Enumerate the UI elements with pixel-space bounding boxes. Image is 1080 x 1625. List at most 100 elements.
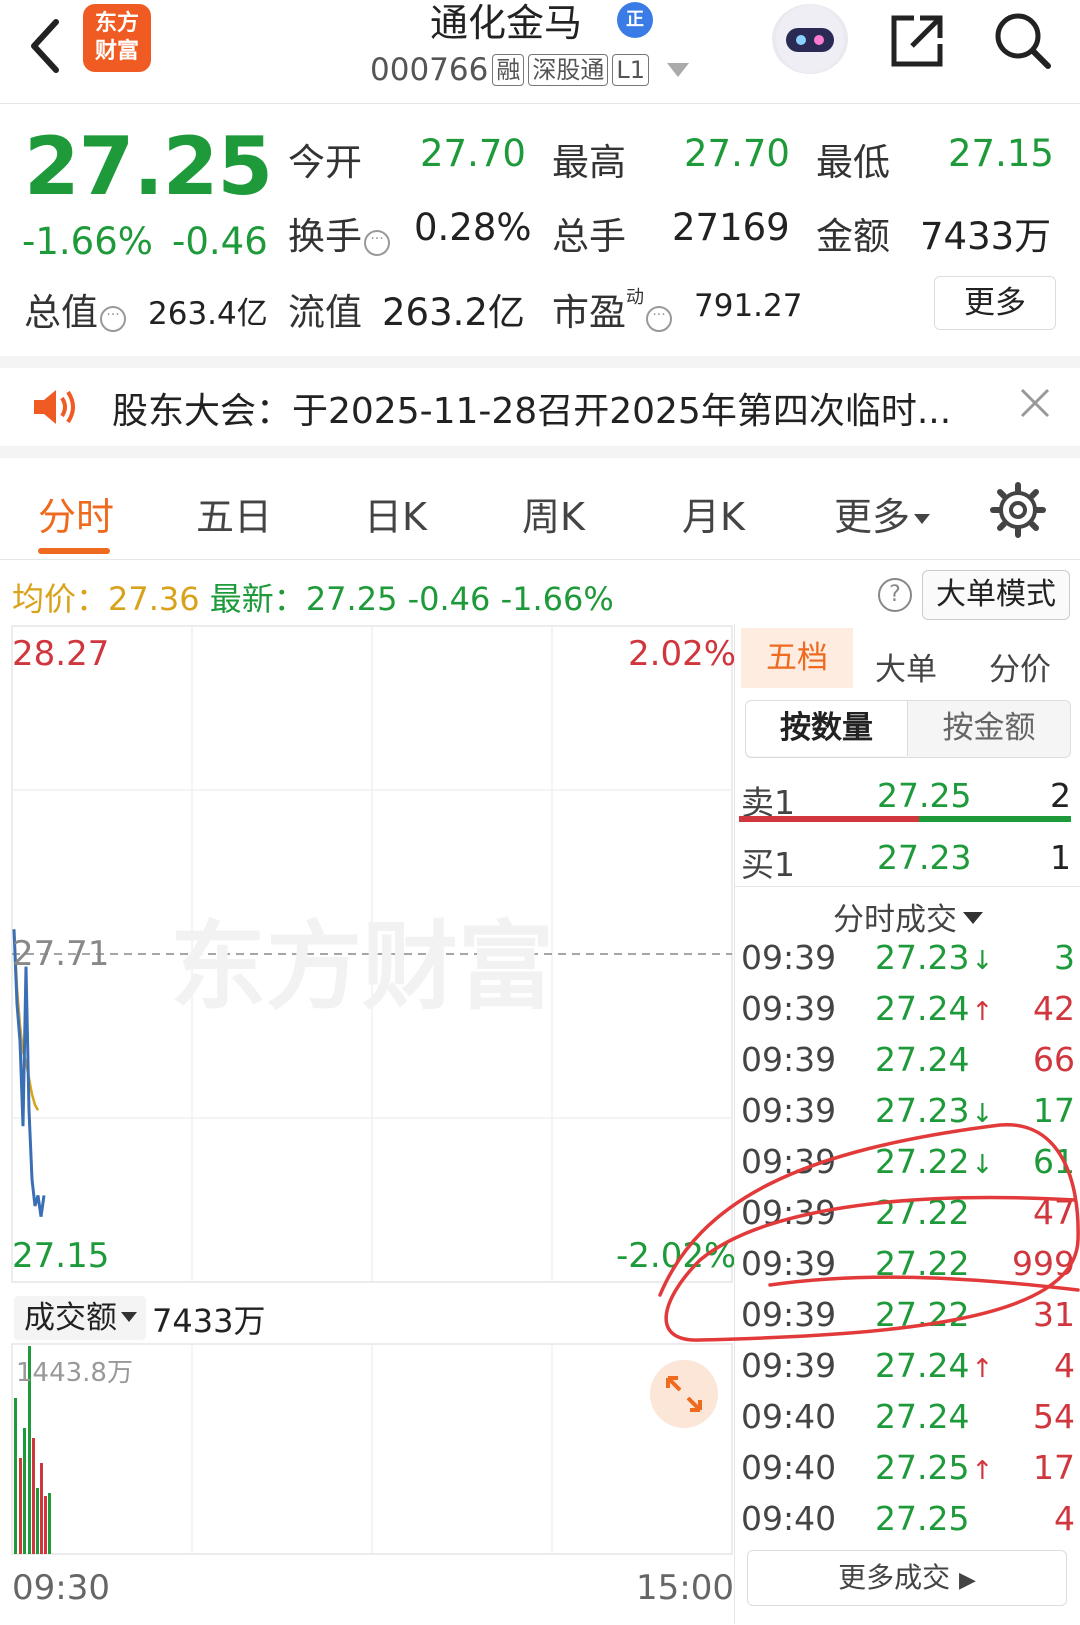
pct-axis-low: -2.02% [616, 1236, 737, 1276]
trade-time: 09:40 [741, 1448, 837, 1487]
chevron-down-icon[interactable] [666, 63, 689, 77]
tab-monthly-k[interactable]: 月K [682, 486, 745, 541]
trade-price: 27.22 [875, 1244, 971, 1283]
help-icon[interactable]: ? [878, 578, 912, 612]
open-value: 27.70 [420, 132, 526, 175]
market-cap-label[interactable]: 总值 ··· [24, 282, 126, 336]
trade-time: 09:39 [741, 1142, 837, 1181]
trade-row: 09:39 27.22 999 [741, 1244, 1075, 1294]
volume-bar [44, 1496, 47, 1554]
more-trades-button[interactable]: 更多成交 ▶ [747, 1550, 1067, 1606]
trade-price: 27.22↓ [875, 1142, 993, 1181]
trade-row: 09:39 27.23↓ 17 [741, 1091, 1075, 1141]
trade-price-value: 27.25 [875, 1448, 970, 1487]
amount-label: 金额 [816, 215, 890, 258]
quantity-amount-toggle: 按数量 按金额 [745, 700, 1071, 758]
pe-dynamic-mark: 动 [626, 287, 644, 308]
tick-trades-title[interactable]: 分时成交 [735, 894, 1080, 939]
big-order-mode-button[interactable]: 大单模式 [922, 570, 1070, 620]
trade-price: 27.24↑ [875, 1346, 993, 1385]
verified-badge: 正 [617, 2, 653, 38]
tab-price-dist[interactable]: 分价 [989, 644, 1051, 689]
ai-assistant-icon[interactable] [772, 4, 848, 74]
info-icon[interactable]: ··· [646, 306, 672, 332]
pe-label[interactable]: 市盈动··· [552, 282, 672, 336]
logo-text-bottom: 财富 [94, 39, 139, 64]
ask-price: 27.25 [877, 776, 972, 815]
turnover-label[interactable]: 换手 ··· [288, 206, 390, 260]
tab-intraday[interactable]: 分时 [38, 486, 114, 541]
latest-value: 27.25 [305, 580, 398, 618]
avg-value: 27.36 [108, 580, 200, 618]
trade-row: 09:39 27.22↓ 61 [741, 1142, 1075, 1192]
trade-row: 09:39 27.24↑ 42 [741, 989, 1075, 1039]
tab-five-day[interactable]: 五日 [196, 486, 272, 541]
x-axis-start: 09:30 [12, 1568, 110, 1608]
divider [735, 886, 1080, 887]
trade-price: 27.25↑ [875, 1448, 993, 1487]
trade-price: 27.24 [875, 1397, 971, 1436]
back-arrow-icon[interactable] [18, 10, 78, 80]
eastmoney-logo[interactable]: 东方 财富 [83, 4, 151, 72]
volume-bar [48, 1493, 51, 1554]
trade-price-value: 27.23 [875, 938, 970, 977]
tab-weekly-k[interactable]: 周K [522, 486, 585, 541]
tab-big-orders[interactable]: 大单 [875, 644, 937, 689]
trade-price-value: 27.24 [875, 1397, 970, 1436]
gear-icon[interactable] [990, 482, 1046, 538]
trade-price-value: 27.25 [875, 1499, 970, 1538]
close-icon[interactable] [1016, 384, 1054, 422]
turnover-value: 0.28% [414, 206, 532, 249]
logo-text-top: 东方 [94, 11, 139, 36]
volume-bar [40, 1463, 43, 1554]
chevron-right-icon: ▶ [959, 1568, 976, 1593]
trade-price: 27.23↓ [875, 1091, 993, 1130]
amount-value: 7433万 [920, 215, 1052, 258]
stock-code-row[interactable]: 000766 融 深股通 L1 [370, 52, 689, 88]
trade-price: 27.24↑ [875, 989, 993, 1028]
tab-more[interactable]: 更多 [834, 486, 931, 541]
share-icon[interactable] [886, 10, 948, 72]
tag-connect: 深股通 [528, 54, 609, 86]
volume-bar [32, 1438, 35, 1554]
trade-price-value: 27.22 [875, 1295, 970, 1334]
notice-text: 股东大会：于2025-11-28召开2025年第四次临时... [112, 391, 952, 432]
ask-qty: 2 [1050, 776, 1071, 815]
trade-price-value: 27.23 [875, 1091, 970, 1130]
trade-volume: 61 [1033, 1142, 1075, 1181]
trade-row: 09:39 27.23↓ 3 [741, 938, 1075, 988]
trade-time: 09:39 [741, 1295, 837, 1334]
high-value: 27.70 [684, 132, 790, 175]
info-icon[interactable]: ··· [364, 230, 390, 256]
info-icon[interactable]: ··· [100, 306, 126, 332]
trade-price-value: 27.22 [875, 1142, 970, 1181]
trade-direction-icon: ↓ [971, 946, 994, 976]
trade-direction-icon: ↓ [971, 1099, 994, 1129]
trade-price: 27.22 [875, 1193, 971, 1232]
by-quantity-button[interactable]: 按数量 [746, 701, 908, 756]
notice-bar[interactable]: 股东大会：于2025-11-28召开2025年第四次临时... [0, 356, 1080, 458]
y-axis-low: 27.15 [12, 1236, 110, 1276]
float-cap-label: 流值 [288, 291, 362, 334]
bid-price: 27.23 [877, 838, 972, 877]
trade-volume: 3 [1054, 938, 1075, 977]
order-book-panel: 五档 大单 分价 按数量 按金额 卖1 27.25 2 买1 27.23 1 分… [734, 624, 1080, 1624]
tab-more-label: 更多 [834, 495, 911, 539]
tab-five-levels[interactable]: 五档 [741, 628, 853, 688]
tab-daily-k[interactable]: 日K [364, 486, 427, 541]
search-icon[interactable] [990, 8, 1054, 72]
watermark: 东方财富 [170, 911, 554, 1023]
by-amount-button[interactable]: 按金额 [908, 701, 1070, 756]
total-volume-label: 总手 [552, 215, 626, 258]
volume-bar [14, 1398, 17, 1554]
float-cap-value: 263.2亿 [382, 291, 525, 334]
intraday-chart[interactable]: 东方财富 [0, 622, 734, 1286]
volume-bar [23, 1428, 26, 1554]
trade-row: 09:39 27.24↑ 4 [741, 1346, 1075, 1396]
expand-icon[interactable] [650, 1360, 718, 1428]
market-cap-label-text: 总值 [24, 291, 98, 334]
more-stats-button[interactable]: 更多 [934, 276, 1056, 330]
trade-direction-icon: ↑ [971, 997, 994, 1027]
trade-price-value: 27.24 [875, 1346, 970, 1385]
tag-level: L1 [612, 54, 649, 86]
